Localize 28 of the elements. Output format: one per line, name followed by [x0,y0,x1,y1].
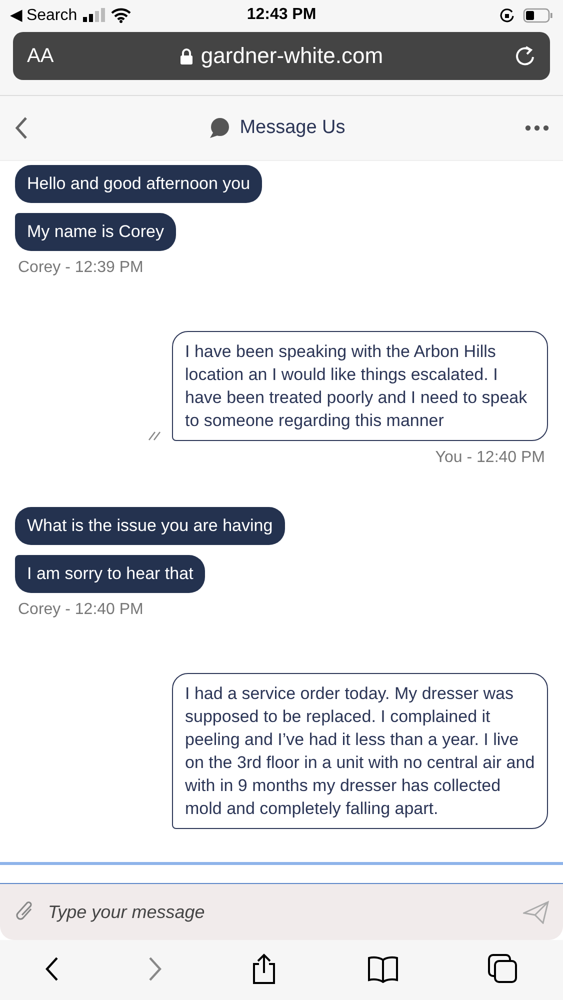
rotation-lock-icon [499,7,515,23]
text-size-button[interactable]: AA [27,44,54,66]
message-field[interactable]: Type your message [0,884,563,940]
tabs-icon[interactable] [488,954,518,984]
reload-icon[interactable] [514,45,536,67]
chat-title: Message Us [240,117,346,139]
message-timestamp: Corey - 12:40 PM [18,601,144,619]
message-timestamp: Corey - 12:39 PM [18,259,144,277]
share-icon[interactable] [251,953,278,985]
back-to-app-link[interactable]: ◀ Search [10,5,78,25]
chat-bubble-icon [208,117,230,139]
agent-message: My name is Corey [15,213,176,251]
agent-message: What is the issue you are having [15,507,285,545]
more-icon[interactable] [524,125,549,131]
back-icon[interactable] [14,116,28,140]
lock-icon [180,48,193,64]
agent-message: I am sorry to hear that [15,555,206,593]
status-time: 12:43 PM [246,6,318,24]
battery-icon [523,8,553,22]
address-field[interactable]: gardner-white.com [200,43,384,69]
wifi-icon [111,8,132,22]
signal-icon [83,8,106,22]
user-message: I had a service order today. My dresser was supposed to be replaced. I complained it peeling and I’ve had it less than a year. I live on the 3rd floor in a unit with no central air and with in 9 months my dresser has collected mold and completely falling apart. [172,673,548,829]
message-input[interactable]: Type your message [48,902,511,922]
book-icon[interactable] [366,955,399,983]
user-message: I have been speaking with the Arbon Hills location an I would like things escalated. I have been treated poorly and I need to speak to someone regarding this manner [172,331,548,441]
message-timestamp: You - 12:40 PM [435,449,545,467]
agent-message: Hello and good afternoon you [15,165,262,203]
